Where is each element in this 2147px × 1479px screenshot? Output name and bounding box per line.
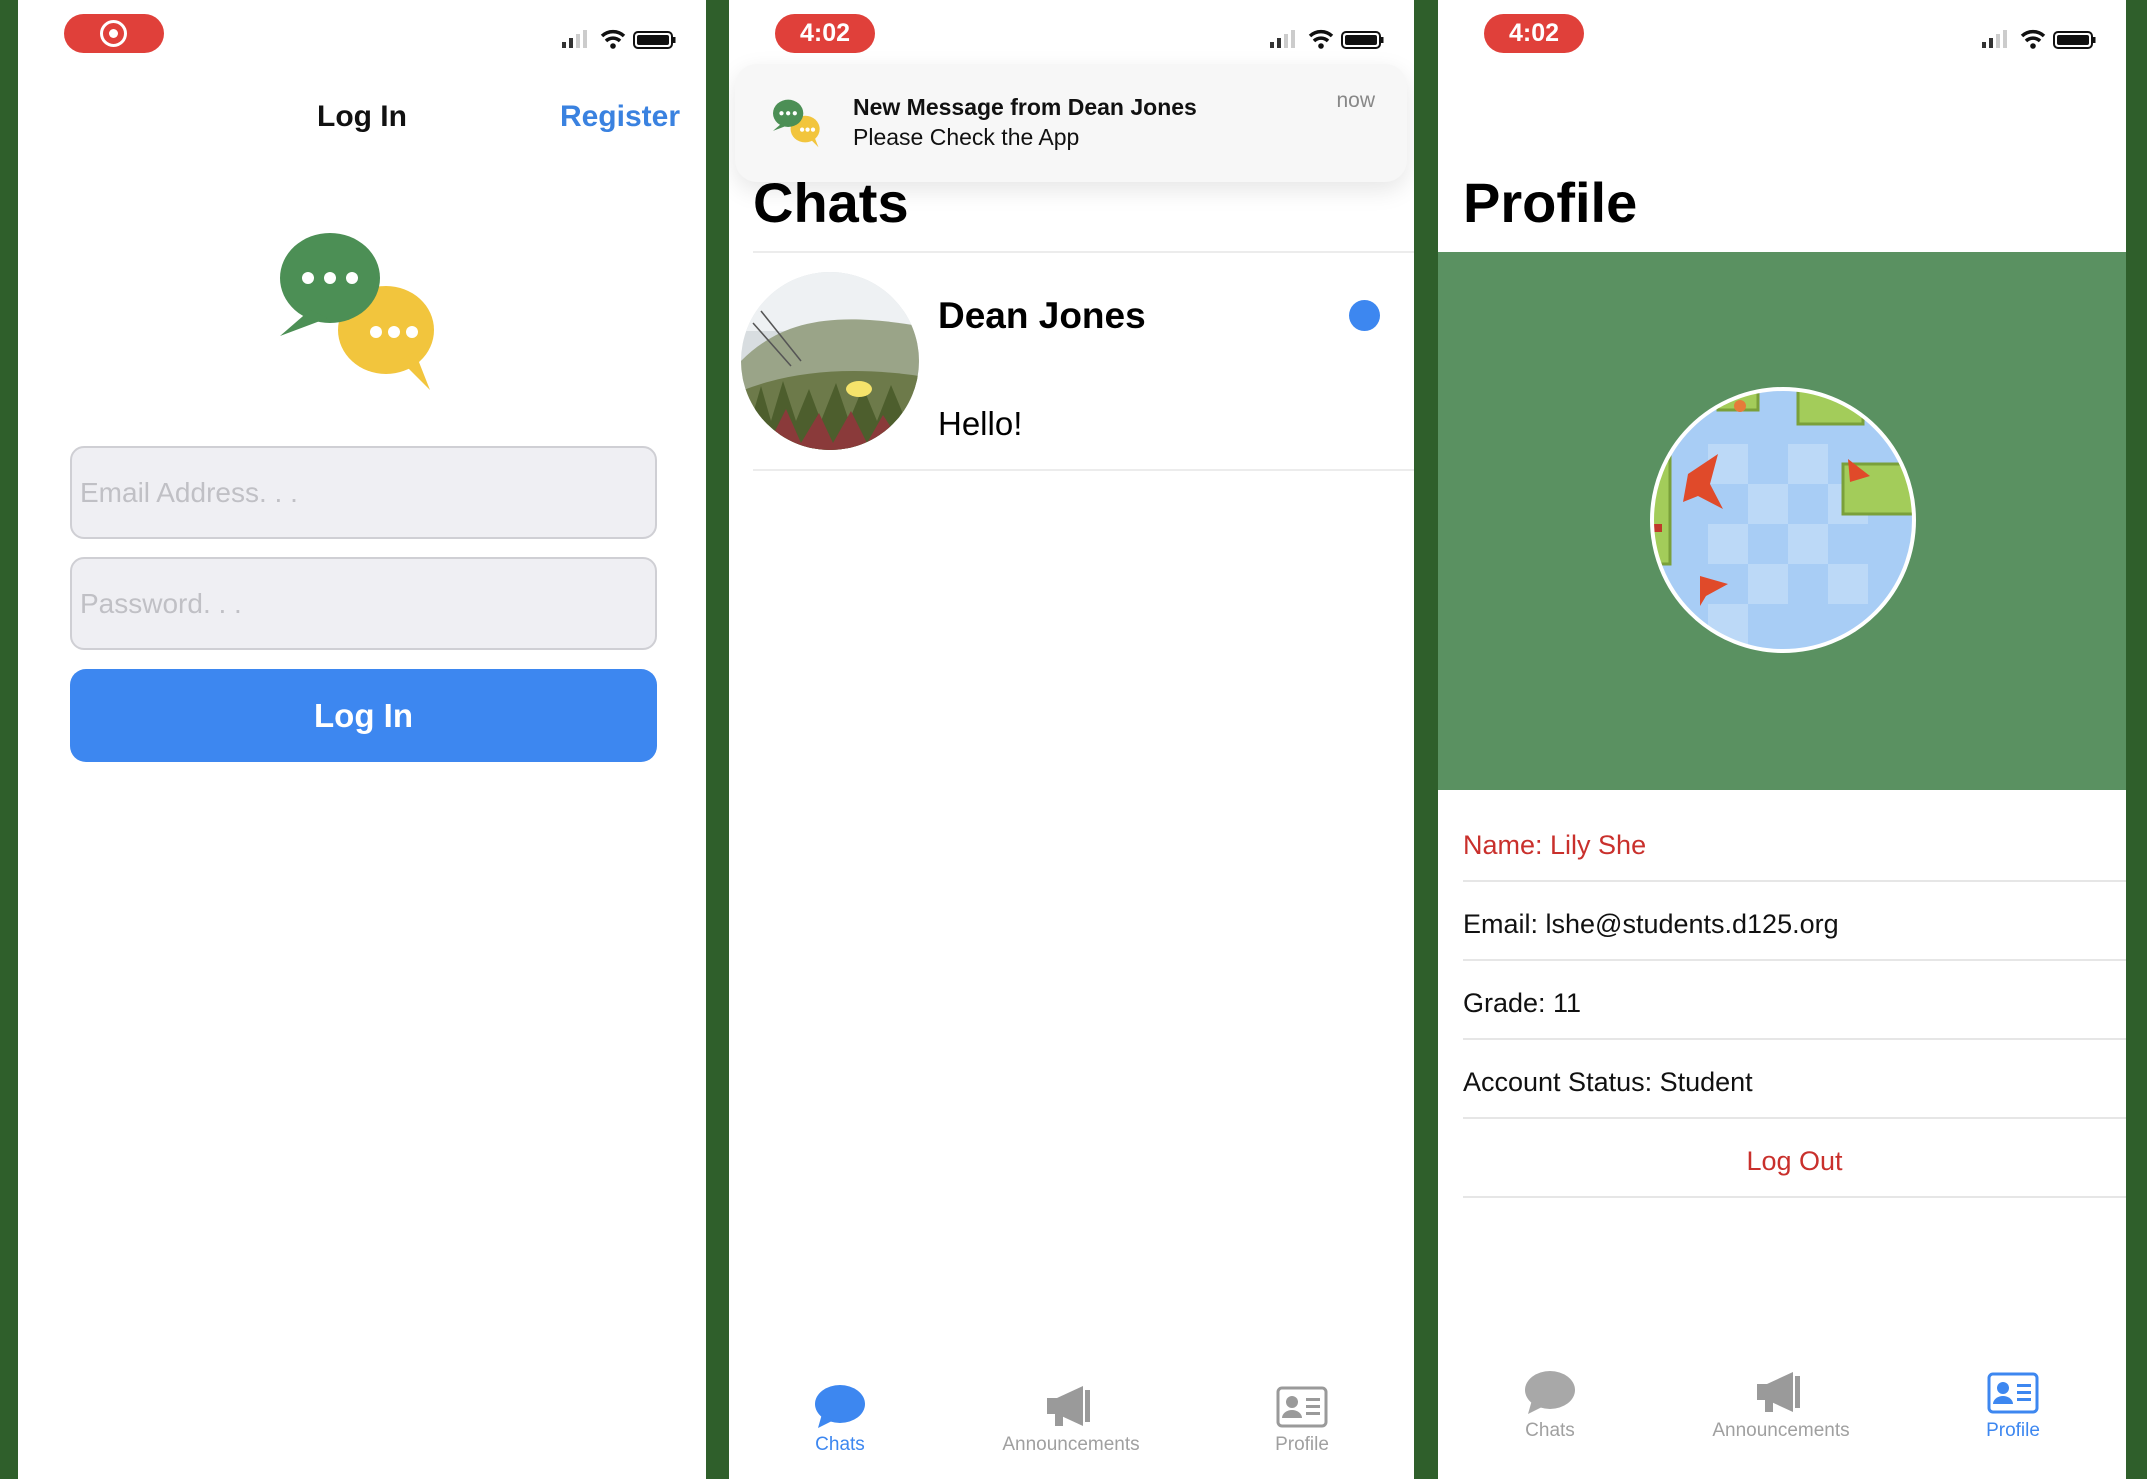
divider — [753, 469, 1414, 471]
tab-label: Profile — [1986, 1420, 2040, 1441]
tab-label: Chats — [1525, 1420, 1575, 1441]
notification-title: New Message from Dean Jones — [853, 94, 1197, 120]
login-screen: Log In Register Log In — [18, 0, 706, 1479]
app-logo-icon — [280, 233, 434, 390]
tab-chats[interactable]: Chats — [740, 1384, 940, 1456]
account-status-row: Account Status: Student — [1463, 1040, 2126, 1119]
name-row: Name: Lily She — [1463, 803, 2126, 882]
grade-row: Grade: 11 — [1463, 961, 2126, 1040]
signal-wifi-battery-icon — [1982, 28, 2096, 50]
tab-chats[interactable]: Chats — [1450, 1370, 1650, 1442]
tab-announcements[interactable]: Announcements — [971, 1384, 1171, 1456]
contact-card-icon — [1987, 1372, 2039, 1414]
avatar — [741, 272, 919, 450]
status-time[interactable]: 4:02 — [775, 14, 875, 53]
status-icons — [1270, 28, 1384, 50]
chat-preview: Hello! — [938, 405, 1023, 442]
app-logo-icon — [773, 99, 820, 148]
status-icons — [562, 28, 676, 50]
chat-bubble-icon — [1525, 1371, 1575, 1414]
divider — [753, 251, 1414, 253]
tab-label: Chats — [815, 1434, 865, 1455]
tab-label: Announcements — [1712, 1420, 1850, 1441]
chats-screen: 4:02 Chats Dean Jones Hello! New Message… — [729, 0, 1414, 1479]
notification-time: now — [1336, 89, 1375, 112]
register-link[interactable]: Register — [560, 100, 680, 134]
tab-profile[interactable]: Profile — [1913, 1370, 2113, 1442]
tab-profile[interactable]: Profile — [1202, 1384, 1402, 1456]
email-row: Email: lshe@students.d125.org — [1463, 882, 2126, 961]
unread-indicator — [1349, 300, 1380, 331]
status-time[interactable]: 4:02 — [1484, 14, 1584, 53]
contact-card-icon — [1276, 1386, 1328, 1428]
notification-body: Please Check the App — [853, 124, 1080, 150]
chat-name: Dean Jones — [938, 295, 1146, 336]
tab-label: Announcements — [1002, 1434, 1140, 1455]
status-icons — [1982, 28, 2096, 50]
profile-avatar[interactable] — [1648, 384, 1918, 656]
tab-announcements[interactable]: Announcements — [1681, 1370, 1881, 1442]
password-field[interactable] — [70, 557, 657, 650]
megaphone-icon — [1757, 1372, 1800, 1412]
chat-bubble-icon — [815, 1385, 865, 1428]
screen-recording-indicator[interactable] — [64, 14, 164, 53]
megaphone-icon — [1047, 1386, 1090, 1426]
signal-wifi-battery-icon — [1270, 28, 1384, 50]
push-notification[interactable]: New Message from Dean Jones Please Check… — [735, 64, 1407, 182]
page-title: Profile — [1463, 171, 1638, 234]
profile-screen: 4:02 Profile Name: Lily She Email: lshe@… — [1438, 0, 2126, 1479]
record-icon — [100, 20, 127, 47]
logout-button[interactable]: Log Out — [1463, 1119, 2126, 1198]
signal-wifi-battery-icon — [562, 28, 676, 50]
tab-label: Profile — [1275, 1434, 1329, 1455]
login-button[interactable]: Log In — [70, 669, 657, 762]
email-field[interactable] — [70, 446, 657, 539]
